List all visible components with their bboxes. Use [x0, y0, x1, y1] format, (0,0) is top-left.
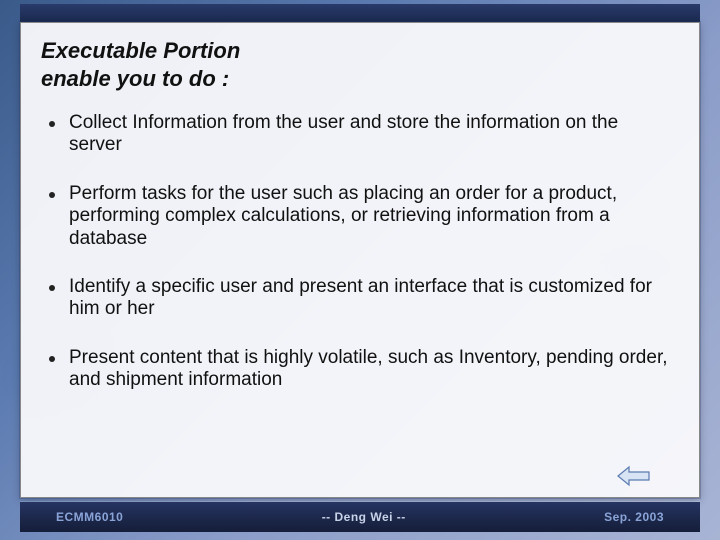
bullet-text: Identify a specific user and present an … [69, 276, 671, 321]
footer-course: ECMM6010 [56, 510, 123, 524]
footer-date: Sep. 2003 [604, 510, 664, 524]
slide-body: Collect Information from the user and st… [21, 100, 699, 392]
slide-frame: Executable Portion enable you to do : Co… [20, 22, 700, 498]
bullet-icon [49, 356, 55, 362]
list-item: Perform tasks for the user such as placi… [49, 183, 671, 250]
title-line-1: Executable Portion [41, 38, 240, 63]
title-line-2: enable you to do : [41, 66, 229, 91]
list-item: Collect Information from the user and st… [49, 112, 671, 157]
arrow-left-icon [617, 465, 651, 487]
bullet-icon [49, 121, 55, 127]
list-item: Present content that is highly volatile,… [49, 347, 671, 392]
bullet-text: Present content that is highly volatile,… [69, 347, 671, 392]
back-arrow-button[interactable] [617, 465, 651, 487]
bullet-text: Perform tasks for the user such as placi… [69, 183, 671, 250]
bullet-text: Collect Information from the user and st… [69, 112, 671, 157]
bullet-icon [49, 192, 55, 198]
bullet-icon [49, 285, 55, 291]
top-decorative-bar [20, 4, 700, 22]
footer-author: -- Deng Wei -- [322, 510, 406, 524]
slide-title: Executable Portion enable you to do : [21, 23, 699, 100]
list-item: Identify a specific user and present an … [49, 276, 671, 321]
footer-bar: ECMM6010 -- Deng Wei -- Sep. 2003 [20, 502, 700, 532]
